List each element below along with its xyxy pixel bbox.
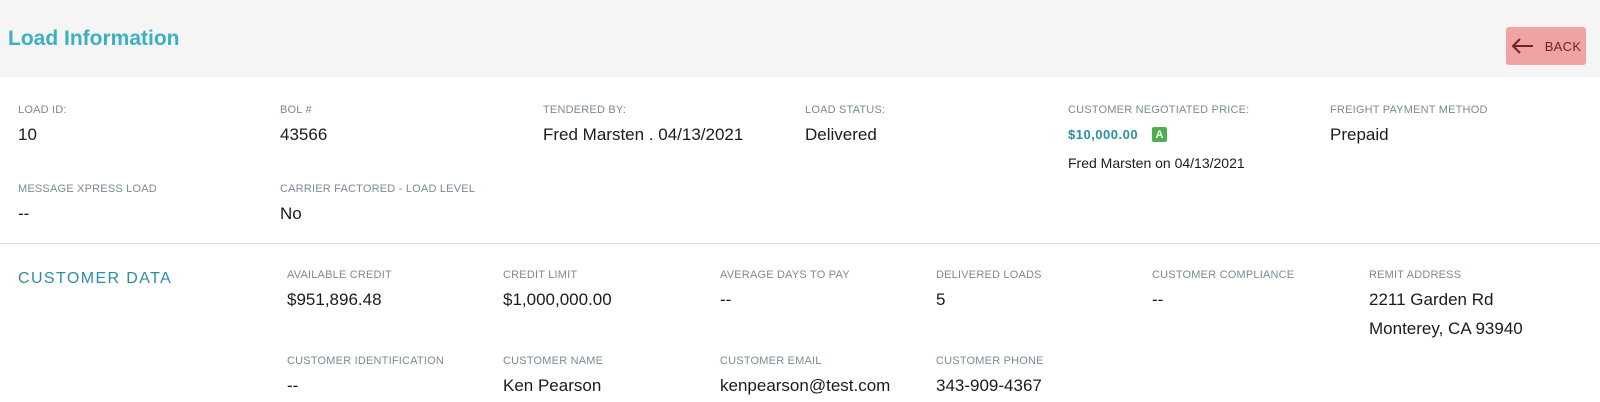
carrier-factored-value: No: [280, 204, 302, 223]
customer-phone-label: CUSTOMER PHONE: [936, 355, 1044, 367]
message-xpress-label: MESSAGE XPRESS LOAD: [18, 183, 157, 195]
customer-email-label: CUSTOMER EMAIL: [720, 355, 822, 367]
remit-address-label: REMIT ADDRESS: [1369, 269, 1462, 281]
negotiated-price-value: $10,000.00: [1068, 127, 1139, 142]
available-credit-label: AVAILABLE CREDIT: [287, 269, 392, 281]
customer-name-label: CUSTOMER NAME: [503, 355, 604, 367]
bol-value: 43566: [280, 125, 328, 144]
load-status-label: LOAD STATUS:: [805, 104, 886, 116]
back-button-label: BACK: [1544, 38, 1582, 54]
bol-label: BOL #: [280, 104, 312, 116]
customer-identification-value: --: [287, 376, 299, 395]
avg-days-label: AVERAGE DAYS TO PAY: [720, 269, 850, 281]
customer-email-value: kenpearson@test.com: [720, 376, 891, 395]
load-id-label: LOAD ID:: [18, 104, 67, 116]
delivered-loads-label: DELIVERED LOADS: [936, 269, 1042, 281]
customer-compliance-value: --: [1152, 290, 1164, 309]
tendered-by-label: TENDERED BY:: [543, 104, 627, 116]
negotiated-price-label: CUSTOMER NEGOTIATED PRICE:: [1068, 104, 1250, 116]
message-xpress-value: --: [18, 204, 30, 223]
remit-address-line1: 2211 Garden Rd: [1369, 290, 1494, 309]
payment-method-label: FREIGHT PAYMENT METHOD: [1330, 104, 1488, 116]
price-status-badge: A: [1152, 127, 1167, 142]
customer-name-value: Ken Pearson: [503, 376, 602, 395]
load-id-value: 10: [18, 125, 37, 144]
available-credit-value: $951,896.48: [287, 290, 382, 309]
customer-compliance-label: CUSTOMER COMPLIANCE: [1152, 269, 1295, 281]
section-divider: [0, 243, 1600, 244]
tendered-by-value: Fred Marsten . 04/13/2021: [543, 125, 744, 144]
payment-method-value: Prepaid: [1330, 125, 1389, 144]
avg-days-value: --: [720, 290, 732, 309]
customer-data-heading: CUSTOMER DATA: [18, 270, 173, 287]
remit-address-line2: Monterey, CA 93940: [1369, 319, 1523, 338]
customer-phone-value: 343-909-4367: [936, 376, 1042, 395]
credit-limit-label: CREDIT LIMIT: [503, 269, 578, 281]
carrier-factored-label: CARRIER FACTORED - LOAD LEVEL: [280, 183, 476, 195]
customer-identification-label: CUSTOMER IDENTIFICATION: [287, 355, 444, 367]
load-status-value: Delivered: [805, 125, 877, 144]
page-header: Load Information BACK: [0, 0, 1600, 77]
back-button[interactable]: BACK: [1506, 27, 1586, 65]
page-title: Load Information: [8, 27, 180, 50]
credit-limit-value: $1,000,000.00: [503, 290, 612, 309]
negotiated-price-note: Fred Marsten on 04/13/2021: [1068, 155, 1245, 171]
delivered-loads-value: 5: [936, 290, 946, 309]
arrow-left-icon: [1511, 38, 1533, 54]
